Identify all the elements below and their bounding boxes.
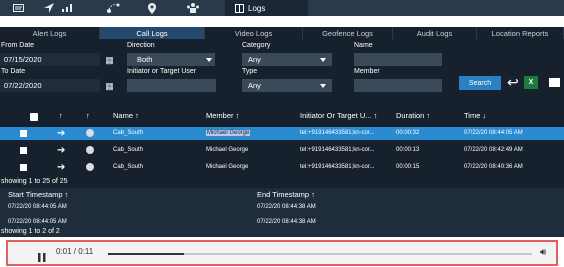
from-date-label: From Date	[1, 42, 35, 49]
table-header: ↑ ↑ Name ↑ Member ↑ Initiator Or Target …	[0, 106, 564, 127]
player-progress-track[interactable]	[108, 253, 532, 255]
cell-member: Michael George	[206, 164, 249, 170]
chevron-down-icon	[206, 58, 212, 62]
member-label: Member	[354, 68, 380, 75]
header-end-timestamp[interactable]: End Timestamp ↑	[257, 190, 315, 199]
direction-label: Direction	[127, 42, 155, 49]
navigate-icon[interactable]	[42, 1, 56, 15]
segment-start: 07/22/20 08:44:05 AM	[8, 219, 67, 225]
category-select[interactable]: Any	[242, 53, 332, 66]
signal-icon[interactable]	[60, 1, 74, 15]
header-name[interactable]: Name ↑	[113, 111, 139, 120]
table-row[interactable]: ➔ Cab_South Michael George tel:+91914643…	[0, 127, 564, 140]
outgoing-call-icon: ➔	[57, 128, 66, 139]
cell-time: 07/22/20 08:44:05 AM	[464, 130, 523, 136]
player-time: 0:01 / 0:11	[56, 247, 94, 256]
row-checkbox[interactable]	[20, 147, 27, 154]
name-input[interactable]	[354, 53, 442, 66]
cell-name: Cab_South	[113, 147, 144, 153]
cell-initiator: tel:+919146433581;kn-cor...	[300, 130, 375, 136]
route-icon[interactable]	[105, 1, 121, 15]
outgoing-call-icon: ➔	[57, 162, 66, 173]
segment-start: 07/22/20 08:44:05 AM	[8, 204, 67, 210]
top-toolbar: Logs	[0, 0, 564, 16]
excel-export-icon[interactable]: X	[524, 76, 538, 89]
header-start-timestamp[interactable]: Start Timestamp ↑	[8, 190, 68, 199]
message-icon[interactable]	[12, 1, 24, 15]
volume-icon[interactable]: 🔊︎	[540, 247, 546, 258]
chevron-down-icon	[320, 58, 326, 62]
row-checkbox[interactable]	[20, 130, 27, 137]
name-label: Name	[354, 42, 373, 49]
tab-call-logs[interactable]: Call Logs	[100, 27, 205, 39]
to-date-input[interactable]: 07/22/2020	[0, 79, 100, 92]
tab-geofence-logs[interactable]: Geofence Logs	[303, 27, 393, 39]
sort-header-play[interactable]: ↑	[86, 111, 90, 120]
header-member[interactable]: Member ↑	[206, 111, 239, 120]
member-input[interactable]	[354, 79, 442, 92]
header-initiator[interactable]: Initiator Or Target U... ↑	[300, 111, 377, 120]
cell-duration: 00:00:32	[396, 130, 420, 136]
sort-header-direction[interactable]: ↑	[59, 111, 63, 120]
segment-end: 07/22/20 08:44:38 AM	[257, 204, 316, 210]
header-time[interactable]: Time ↓	[464, 111, 486, 120]
tab-alert-logs[interactable]: Alert Logs	[0, 27, 100, 39]
table-row[interactable]: ➔ Cab_South Michael George tel:+91914643…	[0, 144, 564, 157]
calendar-icon[interactable]: ▦	[104, 81, 115, 91]
tab-video-logs[interactable]: Video Logs	[205, 27, 303, 39]
grid-pagination-text: showing 1 to 25 of 25	[1, 178, 68, 185]
initiator-input[interactable]	[127, 79, 216, 92]
cell-duration: 00:00:13	[396, 147, 420, 153]
header-duration[interactable]: Duration ↑	[396, 111, 430, 120]
cell-duration: 00:00:15	[396, 164, 420, 170]
calendar-icon[interactable]: ▦	[104, 55, 115, 65]
message-icon[interactable]	[549, 78, 560, 87]
player-progress-fill	[108, 253, 185, 255]
row-checkbox[interactable]	[20, 164, 27, 171]
to-date-label: To Date	[1, 68, 26, 75]
tab-audit-logs[interactable]: Audit Logs	[393, 27, 477, 39]
logs-icon	[235, 3, 244, 13]
people-icon[interactable]	[185, 1, 201, 15]
cell-name: Cab_South	[113, 130, 144, 136]
segments-pagination-text: showing 1 to 2 of 2	[1, 228, 60, 235]
cell-member: Michael George	[206, 147, 249, 153]
cell-initiator: tel:+919146433581;kn-cor...	[300, 147, 375, 153]
cell-initiator: tel:+919146433581;kn-cor...	[300, 164, 375, 170]
select-all-checkbox[interactable]	[30, 113, 38, 121]
type-label: Type	[242, 68, 258, 75]
pause-icon[interactable]	[38, 249, 46, 262]
play-recording-icon[interactable]	[86, 163, 94, 171]
log-type-tabs: Alert Logs Call Logs Video Logs Geofence…	[0, 27, 564, 39]
tab-location-reports[interactable]: Location Reports	[477, 27, 564, 39]
call-logs-table: ↑ ↑ Name ↑ Member ↑ Initiator Or Target …	[0, 106, 564, 188]
cell-time: 07/22/20 08:42:49 AM	[464, 147, 523, 153]
cell-time: 07/22/20 08:40:36 AM	[464, 164, 523, 170]
recording-segments-table: Start Timestamp ↑ End Timestamp ↑ 07/22/…	[0, 188, 564, 237]
play-recording-icon[interactable]	[86, 146, 94, 154]
logs-nav-tab[interactable]: Logs	[225, 0, 308, 16]
cell-member-text: Michael George	[206, 130, 251, 136]
location-icon[interactable]	[145, 1, 159, 15]
type-select[interactable]: Any	[242, 79, 332, 92]
logs-tab-label: Logs	[248, 3, 266, 13]
search-button[interactable]: Search	[459, 76, 501, 90]
from-date-input[interactable]: 07/15/2020	[0, 53, 100, 66]
audio-player: 0:01 / 0:11 🔊︎	[6, 240, 558, 266]
reset-icon[interactable]: ↩	[507, 74, 519, 91]
chevron-down-icon	[320, 84, 326, 88]
category-label: Category	[242, 42, 271, 49]
segment-end: 07/22/20 08:44:38 AM	[257, 219, 316, 225]
cell-member: Michael George	[206, 130, 251, 136]
outgoing-call-icon: ➔	[57, 145, 66, 156]
segments-header: Start Timestamp ↑ End Timestamp ↑	[0, 190, 564, 200]
play-recording-icon[interactable]	[86, 129, 94, 137]
initiator-label: Initiator or Target User	[127, 68, 197, 75]
direction-select[interactable]: Both	[127, 53, 215, 66]
table-row[interactable]: ➔ Cab_South Michael George tel:+91914643…	[0, 161, 564, 174]
cell-name: Cab_South	[113, 164, 144, 170]
